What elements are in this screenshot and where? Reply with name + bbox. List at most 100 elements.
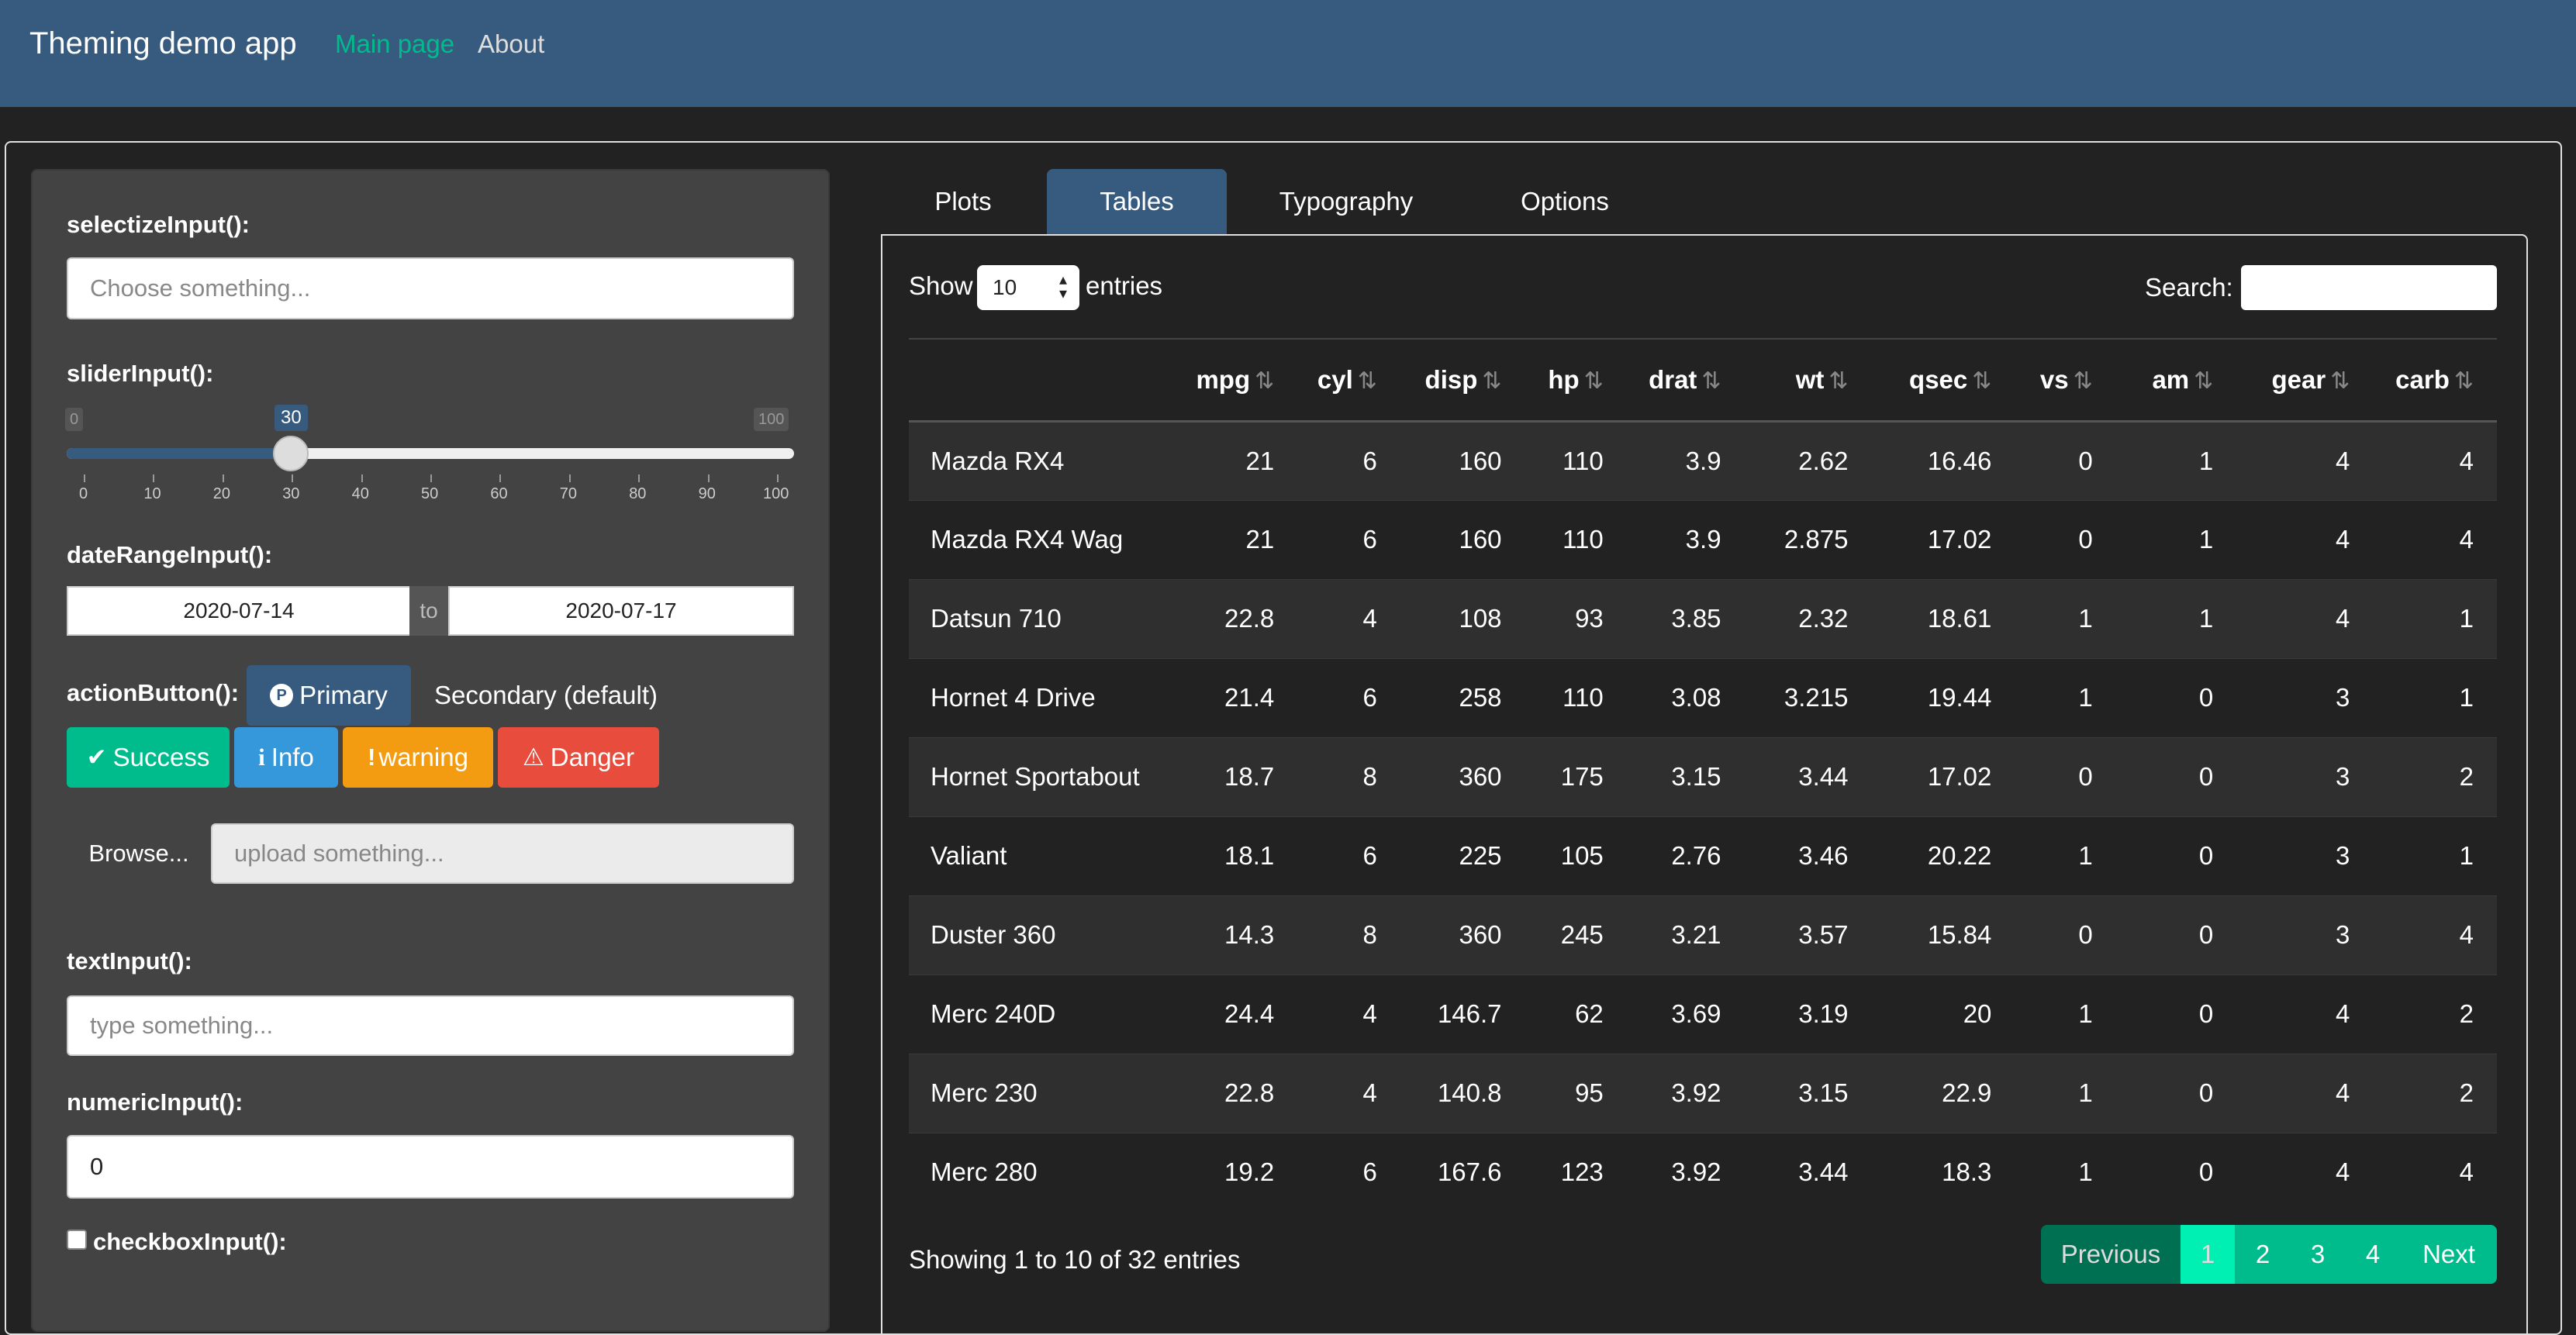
sort-icon[interactable]: ⇅ [1358, 368, 1377, 394]
date-start-input[interactable]: 2020-07-14 [67, 586, 411, 636]
column-header-vs[interactable]: vs ⇅ [2015, 339, 2115, 421]
page-4-button[interactable]: 4 [2345, 1225, 2401, 1284]
slider-min-label: 0 [65, 408, 84, 431]
sort-icon[interactable]: ⇅ [1972, 368, 1991, 394]
table-row[interactable]: Hornet 4 Drive 21.4 6 258 110 3.08 3.215 19.44 1… [909, 658, 2497, 737]
checkbox-input[interactable] [67, 1230, 87, 1250]
page-3-button[interactable]: 3 [2291, 1225, 2345, 1284]
column-header-mpg[interactable]: mpg ⇅ [1172, 339, 1297, 421]
tab-plots[interactable]: Plots [907, 169, 1019, 234]
selectize-input[interactable]: Choose something... [67, 257, 794, 319]
table-cell: 3 [2335, 841, 2350, 870]
table-cell-name: Hornet 4 Drive [931, 683, 1096, 712]
app-brand[interactable]: Theming demo app [29, 26, 297, 61]
warning-button[interactable]: ! warning [343, 727, 493, 788]
table-cell: 4 [1362, 604, 1377, 633]
table-cell: 2 [2459, 1078, 2474, 1107]
search-input[interactable] [2241, 265, 2497, 310]
table-cell: 3.15 [1798, 1078, 1849, 1107]
next-page-button[interactable]: Next [2401, 1225, 2497, 1284]
column-header-gear[interactable]: gear ⇅ [2236, 339, 2373, 421]
table-cell: 18.3 [1942, 1157, 1992, 1187]
table-row[interactable]: Mazda RX4 Wag 21 6 160 110 3.9 2.875 17.02 0 1 4 4 [909, 500, 2497, 579]
table-cell: 146.7 [1437, 999, 1502, 1028]
column-header-hp[interactable]: hp ⇅ [1525, 339, 1627, 421]
sort-icon[interactable]: ⇅ [1701, 368, 1721, 394]
sort-icon[interactable]: ⇅ [2330, 368, 2350, 394]
warning-button-label: warning [378, 743, 468, 771]
sort-icon[interactable]: ⇅ [1828, 368, 1848, 394]
info-button[interactable]: i Info [234, 727, 338, 788]
slider-tick [568, 474, 571, 482]
table-row[interactable]: Valiant 18.1 6 225 105 2.76 3.46 20.22 1 0 3 1 [909, 816, 2497, 895]
date-end-input[interactable]: 2020-07-17 [448, 586, 794, 636]
tab-tables[interactable]: Tables [1047, 169, 1227, 234]
pagination: Previous 1 2 3 4 Next [2041, 1225, 2497, 1284]
column-header-drat[interactable]: drat ⇅ [1627, 339, 1745, 421]
table-cell: 16.46 [1927, 446, 1992, 475]
table-cell: 4 [2335, 446, 2350, 475]
nav-main-page[interactable]: Main page [335, 29, 454, 59]
numeric-input[interactable]: 0 [67, 1135, 794, 1199]
table-cell: 22.8 [1224, 604, 1275, 633]
table-row[interactable]: Hornet Sportabout 18.7 8 360 175 3.15 3.44 17.0… [909, 737, 2497, 816]
slider-tick-label: 40 [351, 485, 369, 502]
previous-page-button[interactable]: Previous [2041, 1225, 2181, 1284]
numeric-input-label: numericInput(): [67, 1088, 243, 1116]
table-cell: 6 [1362, 446, 1377, 475]
tab-options[interactable]: Options [1487, 169, 1642, 234]
table-row[interactable]: Duster 360 14.3 8 360 245 3.21 3.57 15.84 0 0 3 4 [909, 895, 2497, 975]
page-length-select[interactable]: 10 ▴ ▾ [977, 265, 1079, 310]
slider-tick [707, 474, 710, 482]
table-row[interactable]: Merc 240D 24.4 4 146.7 62 3.69 3.19 20 1 0 4 2 [909, 975, 2497, 1054]
table-cell: 19.2 [1224, 1157, 1275, 1187]
slider-fill [67, 448, 292, 459]
table-cell: 0 [2078, 446, 2093, 475]
table-cell: 4 [2335, 525, 2350, 554]
table-cell: 1 [2459, 683, 2474, 712]
sort-icon[interactable]: ⇅ [1584, 368, 1604, 394]
page-1-button[interactable]: 1 [2181, 1225, 2235, 1284]
danger-button[interactable]: ⚠ Danger [498, 727, 659, 788]
updown-caret-icon: ▴ ▾ [1058, 271, 1067, 302]
sort-icon[interactable]: ⇅ [2454, 368, 2474, 394]
table-cell: 20 [1963, 999, 1992, 1028]
tab-typography[interactable]: Typography [1256, 169, 1436, 234]
table-cell: 2 [2459, 762, 2474, 791]
table-row[interactable]: Merc 280 19.2 6 167.6 123 3.92 3.44 18.3 1 0 4 4 [909, 1133, 2497, 1212]
table-cell: 17.02 [1927, 762, 1992, 791]
sort-icon[interactable]: ⇅ [2194, 368, 2213, 394]
sort-icon[interactable]: ⇅ [2074, 368, 2093, 394]
nav-about[interactable]: About [478, 29, 544, 59]
column-header-disp[interactable]: disp ⇅ [1400, 339, 1525, 421]
text-input[interactable]: type something... [67, 995, 794, 1056]
table-cell: 3.57 [1798, 920, 1849, 949]
table-row[interactable]: Merc 230 22.8 4 140.8 95 3.92 3.15 22.9 1 0 4 2 [909, 1054, 2497, 1133]
slider-handle[interactable] [273, 436, 309, 471]
table-cell: 0 [2198, 762, 2214, 791]
sort-icon[interactable]: ⇅ [1255, 368, 1274, 394]
table-cell: 3.19 [1798, 999, 1849, 1028]
table-cell: 3 [2335, 920, 2350, 949]
upload-field[interactable]: upload something... [211, 823, 794, 884]
table-row[interactable]: Datsun 710 22.8 4 108 93 3.85 2.32 18.61 1 1 4 1 [909, 579, 2497, 658]
table-cell: 4 [2459, 446, 2474, 475]
table-cell: 1 [2078, 841, 2093, 870]
secondary-button[interactable]: Secondary (default) [414, 665, 678, 726]
table-cell: 8 [1362, 762, 1377, 791]
browse-button[interactable]: Browse... [67, 823, 211, 884]
success-button[interactable]: ✔ Success [67, 727, 230, 788]
column-header-wt[interactable]: wt ⇅ [1745, 339, 1872, 421]
page-length-value: 10 [993, 275, 1017, 299]
column-header-qsec[interactable]: qsec ⇅ [1872, 339, 2015, 421]
column-header-am[interactable]: am ⇅ [2116, 339, 2237, 421]
table-cell: 4 [2335, 604, 2350, 633]
primary-button[interactable]: P Primary [247, 665, 411, 726]
table-cell: 0 [2198, 841, 2214, 870]
table-cell: 1 [2078, 999, 2093, 1028]
column-header-cyl[interactable]: cyl ⇅ [1297, 339, 1400, 421]
page-2-button[interactable]: 2 [2235, 1225, 2291, 1284]
column-header-carb[interactable]: carb ⇅ [2373, 339, 2497, 421]
sort-icon[interactable]: ⇅ [1482, 368, 1501, 394]
table-row[interactable]: Mazda RX4 21 6 160 110 3.9 2.62 16.46 0 1 4 4 [909, 421, 2497, 500]
